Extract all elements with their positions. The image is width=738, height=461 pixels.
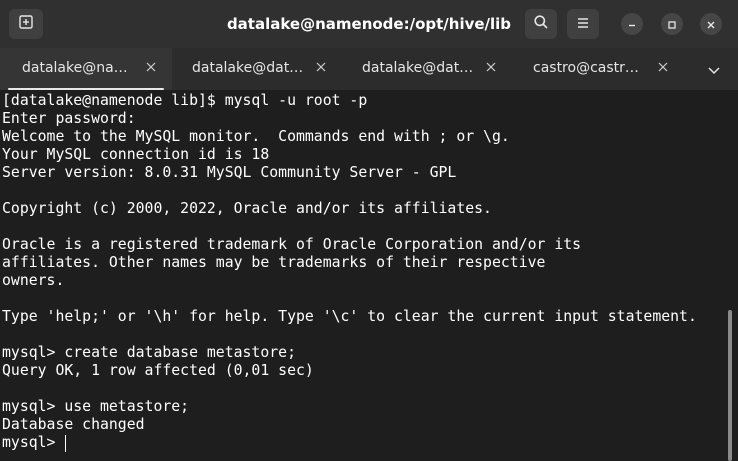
close-icon[interactable]	[314, 60, 328, 74]
text-cursor	[65, 434, 67, 452]
close-icon[interactable]	[656, 60, 670, 74]
tab-label: datalake@na…	[22, 60, 128, 76]
minimize-icon	[627, 15, 637, 34]
close-window-button[interactable]	[700, 13, 722, 35]
terminal-prompt-line[interactable]: mysql>	[2, 434, 697, 452]
title-bar[interactable]: datalake@namenode:/opt/hive/lib	[0, 0, 738, 48]
search-icon	[533, 14, 549, 34]
maximize-button[interactable]	[661, 13, 683, 35]
terminal-line: Database changed	[2, 416, 145, 433]
minimize-button[interactable]	[621, 13, 643, 35]
terminal-line: [datalake@namenode lib]$ mysql -u root -…	[2, 92, 368, 109]
terminal-scrollbar[interactable]	[728, 310, 732, 461]
terminal-output[interactable]: [datalake@namenode lib]$ mysql -u root -…	[0, 90, 738, 461]
terminal-window: datalake@namenode:/opt/hive/lib datalake…	[0, 0, 738, 461]
search-button[interactable]	[525, 9, 557, 39]
terminal-line: mysql> use metastore;	[2, 398, 190, 415]
menu-button[interactable]	[567, 9, 599, 39]
terminal-line: Query OK, 1 row affected (0,01 sec)	[2, 362, 314, 379]
terminal-line: Oracle is a registered trademark of Orac…	[2, 236, 582, 253]
terminal-line: affiliates. Other names may be trademark…	[2, 254, 546, 271]
hamburger-menu-icon	[576, 15, 590, 34]
tab-1[interactable]: datalake@na…	[0, 48, 172, 90]
terminal-line: Welcome to the MySQL monitor. Commands e…	[2, 128, 510, 145]
terminal-lines: [datalake@namenode lib]$ mysql -u root -…	[2, 92, 697, 452]
terminal-line: Server version: 8.0.31 MySQL Community S…	[2, 164, 457, 181]
tab-overflow-button[interactable]	[700, 60, 728, 78]
tab-label: datalake@dat…	[192, 60, 304, 76]
close-icon[interactable]	[144, 60, 158, 74]
tab-label: datalake@dat…	[362, 60, 474, 76]
terminal-line: Your MySQL connection id is 18	[2, 146, 270, 163]
close-icon[interactable]	[484, 60, 498, 74]
new-tab-button[interactable]	[9, 9, 43, 39]
new-tab-icon	[18, 14, 34, 34]
terminal-line: Copyright (c) 2000, 2022, Oracle and/or …	[2, 200, 492, 217]
terminal-line: owners.	[2, 272, 65, 289]
chevron-down-icon	[708, 60, 720, 79]
terminal-line: mysql> create database metastore;	[2, 344, 296, 361]
tab-3[interactable]: datalake@dat…	[342, 48, 512, 90]
maximize-icon	[667, 15, 677, 34]
tab-bar: datalake@na… datalake@dat… datalake@dat……	[0, 48, 738, 90]
terminal-prompt: mysql>	[2, 434, 65, 451]
terminal-line: Type 'help;' or '\h' for help. Type '\c'…	[2, 308, 697, 325]
terminal-line: Enter password:	[2, 110, 136, 127]
tab-2[interactable]: datalake@dat…	[172, 48, 342, 90]
close-icon	[706, 15, 716, 34]
tab-label: castro@castr…	[533, 60, 639, 76]
tab-4[interactable]: castro@castr…	[512, 48, 690, 90]
